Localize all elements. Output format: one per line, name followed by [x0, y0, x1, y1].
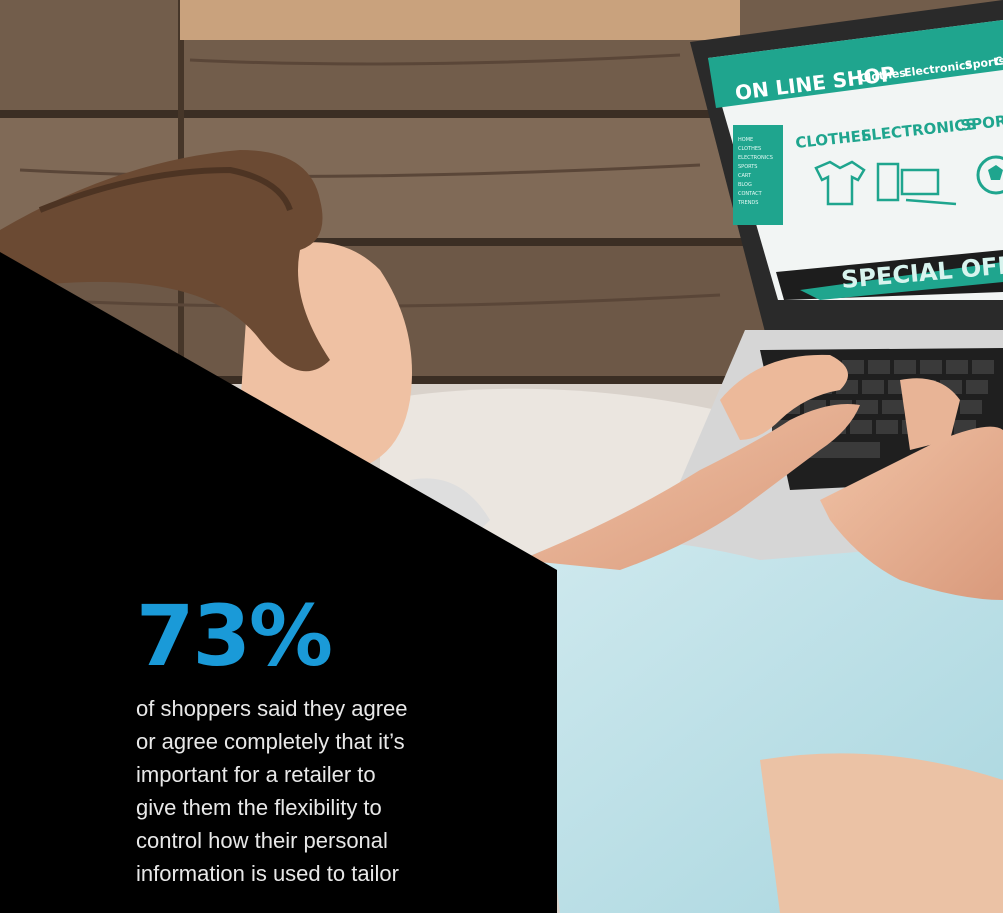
stat-line: information is used to tailor	[136, 861, 399, 886]
stat-line: control how their personal	[136, 828, 388, 853]
shop-nav-more: CI	[994, 54, 1003, 68]
stat-line: important for a retailer to	[136, 762, 376, 787]
stat-value: 73%	[136, 587, 333, 685]
side-menu-item: BLOG	[738, 182, 752, 188]
side-menu-item: TRENDS	[737, 200, 758, 206]
side-menu-item: SPORTS	[738, 164, 757, 170]
stat-line: give them the flexibility to	[136, 795, 382, 820]
stat-block: 73% of shoppers said they agree or agree…	[136, 594, 536, 890]
stat-line: or agree completely that it’s	[136, 729, 405, 754]
side-menu-item: HOME	[738, 137, 753, 143]
side-menu-item: CLOTHES	[738, 146, 761, 152]
side-menu-item: CONTACT	[738, 191, 763, 197]
side-menu-item: CART	[738, 173, 752, 179]
stat-description: of shoppers said they agree or agree com…	[136, 692, 536, 890]
stat-line: of shoppers said they agree	[136, 696, 408, 721]
side-menu-item: ELECTRONICS	[738, 155, 773, 161]
